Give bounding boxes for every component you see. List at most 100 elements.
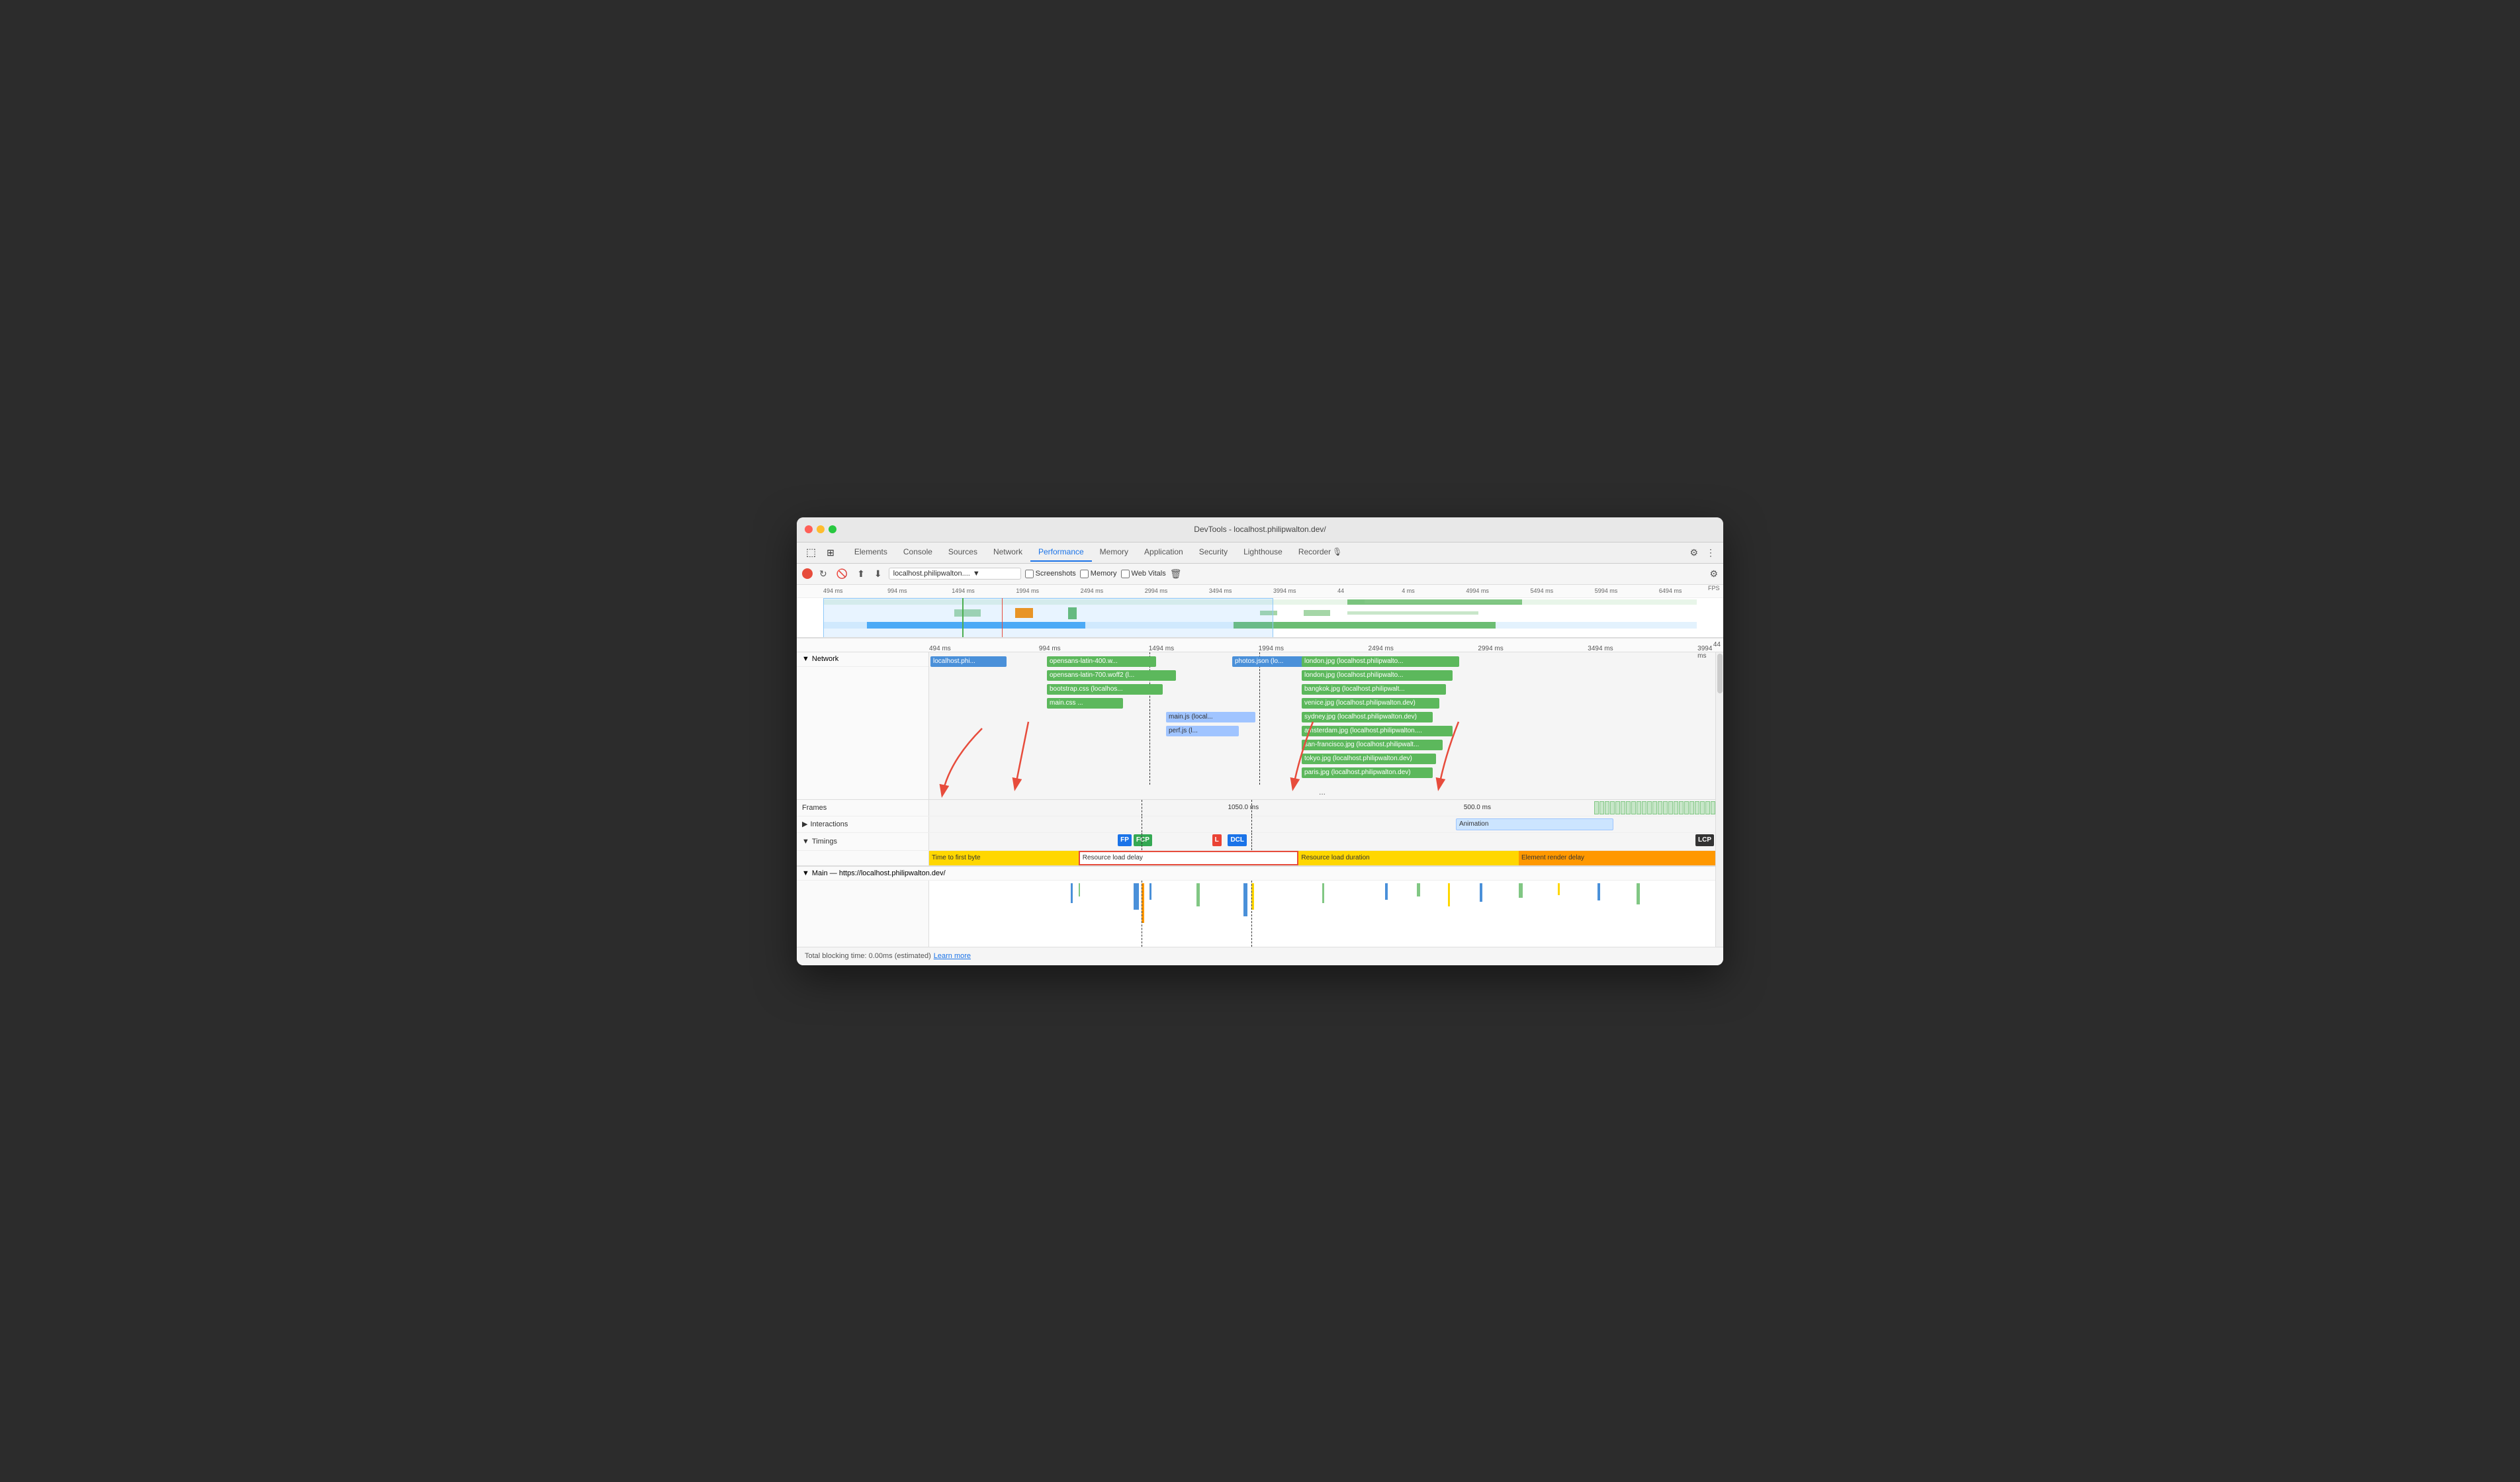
net-bar-paris[interactable]: paris.jpg (localhost.philipwalton.dev) <box>1302 767 1433 778</box>
net-bar-amsterdam[interactable]: amsterdam.jpg (localhost.philipwalton...… <box>1302 726 1453 736</box>
network-header[interactable]: ▼ Network <box>797 652 928 667</box>
timeline-selection[interactable] <box>823 598 1273 638</box>
dashed-line-tim-2 <box>1251 833 1252 850</box>
recorder-icon: 🎙 <box>1332 547 1342 556</box>
net-bar-perfjs[interactable]: perf.js (l... <box>1166 726 1239 736</box>
memory-checkbox-label[interactable]: Memory <box>1080 570 1117 578</box>
fcp-badge: FCP <box>1134 834 1152 846</box>
traffic-lights <box>805 525 836 533</box>
blocking-time-text: Total blocking time: 0.00ms (estimated) <box>805 952 931 960</box>
timings-collapse-icon[interactable]: ▼ <box>802 838 809 846</box>
net-bar-venice[interactable]: venice.jpg (localhost.philipwalton.dev) <box>1302 698 1439 709</box>
net-bar-london1[interactable]: london.jpg (localhost.philipwalto... <box>1302 656 1459 667</box>
net-bar-mainjs[interactable]: main.js (local... <box>1166 712 1255 722</box>
tick-1994: 1994 ms <box>1016 588 1080 594</box>
red-marker <box>1002 598 1003 638</box>
lcp-ttfb: Time to first byte <box>929 851 1079 865</box>
tab-console[interactable]: Console <box>895 543 940 562</box>
tab-lighthouse[interactable]: Lighthouse <box>1236 543 1290 562</box>
main-content[interactable]: ▼ Network localhost.phi... <box>797 652 1723 947</box>
net-bar-opensans400[interactable]: opensans-latin-400.w... <box>1047 656 1156 667</box>
net-bar-sydney[interactable]: sydney.jpg (localhost.philipwalton.dev) <box>1302 712 1433 722</box>
fc-bar-11 <box>1417 883 1420 896</box>
trash-button[interactable]: 🗑 <box>1170 568 1182 580</box>
memory-checkbox[interactable] <box>1080 570 1089 578</box>
net-bar-london2[interactable]: london.jpg (localhost.philipwalto... <box>1302 670 1453 681</box>
overview-tracks[interactable] <box>797 598 1723 638</box>
collapse-icon[interactable]: ▼ <box>802 655 809 663</box>
maximize-button[interactable] <box>829 525 836 533</box>
scrollbar[interactable] <box>1715 652 1723 947</box>
tick-994: 994 ms <box>887 588 952 594</box>
cursor-tool-button[interactable]: ⬚ <box>802 543 820 562</box>
minimize-button[interactable] <box>817 525 825 533</box>
fc-bar-17 <box>1637 883 1640 904</box>
title-bar: DevTools - localhost.philipwalton.dev/ <box>797 517 1723 543</box>
fc-bar-2 <box>1079 883 1080 896</box>
status-bar: Total blocking time: 0.00ms (estimated) … <box>797 947 1723 965</box>
fps-label: FPS <box>1708 585 1721 591</box>
net-bar-bangkok[interactable]: bangkok.jpg (localhost.philipwalt... <box>1302 684 1446 695</box>
devtools-window: DevTools - localhost.philipwalton.dev/ ⬚… <box>797 517 1723 965</box>
web-vitals-checkbox[interactable] <box>1121 570 1130 578</box>
clear-button[interactable]: 🚫 <box>834 567 850 581</box>
more-options-button[interactable]: ⋮ <box>1703 546 1718 560</box>
tab-security[interactable]: Security <box>1191 543 1236 562</box>
fc-bar-16 <box>1598 883 1600 900</box>
web-vitals-checkbox-label[interactable]: Web Vitals <box>1121 570 1166 578</box>
download-button[interactable]: ⬇ <box>872 567 885 581</box>
record-button[interactable] <box>802 568 813 579</box>
screenshots-checkbox[interactable] <box>1025 570 1034 578</box>
ellipsis: ... <box>1319 787 1326 797</box>
tab-performance[interactable]: Performance <box>1030 543 1092 562</box>
lcp-badge: LCP <box>1695 834 1714 846</box>
performance-settings-button[interactable]: ⚙ <box>1709 568 1718 580</box>
tick-3494: 3494 ms <box>1209 588 1273 594</box>
device-toggle-button[interactable]: ⊞ <box>823 545 838 561</box>
dashed-line-int-2 <box>1251 816 1252 832</box>
tab-network[interactable]: Network <box>985 543 1030 562</box>
net-bar-localhost[interactable]: localhost.phi... <box>930 656 1007 667</box>
net-bar-sanfrancisco[interactable]: san-francisco.jpg (localhost.philipwalt.… <box>1302 740 1443 750</box>
dropdown-icon[interactable]: ▼ <box>973 570 980 578</box>
net-bar-opensans700[interactable]: opensans-latin-700.woff2 (l... <box>1047 670 1176 681</box>
expand-icon[interactable]: ▶ <box>802 820 807 828</box>
interactions-track: Animation <box>929 816 1715 832</box>
tab-sources[interactable]: Sources <box>940 543 985 562</box>
settings-button[interactable]: ⚙ <box>1687 546 1701 560</box>
fc-bar-1 <box>1071 883 1073 903</box>
main-thread-tracks <box>797 881 1715 947</box>
refresh-button[interactable]: ↻ <box>817 567 830 581</box>
network-bars: localhost.phi... opensans-latin-400.w...… <box>929 652 1715 785</box>
tick-4994: 4994 ms <box>1466 588 1530 594</box>
tab-recorder[interactable]: Recorder 🎙 <box>1290 543 1351 562</box>
upload-button[interactable]: ⬆ <box>854 567 868 581</box>
main-thread-collapse[interactable]: ▼ <box>802 869 809 877</box>
tab-elements[interactable]: Elements <box>846 543 895 562</box>
l-badge: L <box>1212 834 1222 846</box>
net-bar-tokyo[interactable]: tokyo.jpg (localhost.philipwalton.dev) <box>1302 754 1436 764</box>
timeline-overview[interactable]: 494 ms 994 ms 1494 ms 1994 ms 2494 ms 29… <box>797 585 1723 638</box>
detail-tick-2994: 2994 ms <box>1478 645 1503 652</box>
fc-bar-9 <box>1322 883 1324 903</box>
learn-more-link[interactable]: Learn more <box>934 952 971 960</box>
fc-bar-5 <box>1149 883 1151 900</box>
net-bar-photosjson[interactable]: photos.json (lo... <box>1232 656 1308 667</box>
timings-track: FP FCP L DCL LCP <box>929 833 1715 850</box>
screenshots-checkbox-label[interactable]: Screenshots <box>1025 570 1076 578</box>
interactions-row: ▶ Interactions Animation <box>797 816 1715 833</box>
scrollbar-thumb[interactable] <box>1717 654 1723 693</box>
tab-bar: ⬚ ⊞ Elements Console Sources Network Per… <box>797 543 1723 564</box>
net-bar-bootstrap[interactable]: bootstrap.css (localhos... <box>1047 684 1163 695</box>
tab-memory[interactable]: Memory <box>1092 543 1136 562</box>
detail-ruler: 494 ms 994 ms 1494 ms 1994 ms 2494 ms 29… <box>797 638 1723 652</box>
dashed-line-2 <box>1259 652 1260 785</box>
tab-application[interactable]: Application <box>1136 543 1191 562</box>
net-bar-maincss[interactable]: main.css ... <box>1047 698 1123 709</box>
close-button[interactable] <box>805 525 813 533</box>
more-items-row: ... <box>797 785 1715 799</box>
detail-tick-994: 994 ms <box>1039 645 1061 652</box>
lcp-erd: Element render delay <box>1519 851 1715 865</box>
animation-badge: Animation <box>1456 818 1613 830</box>
frame-duration-1: 1050.0 ms <box>1228 804 1259 811</box>
